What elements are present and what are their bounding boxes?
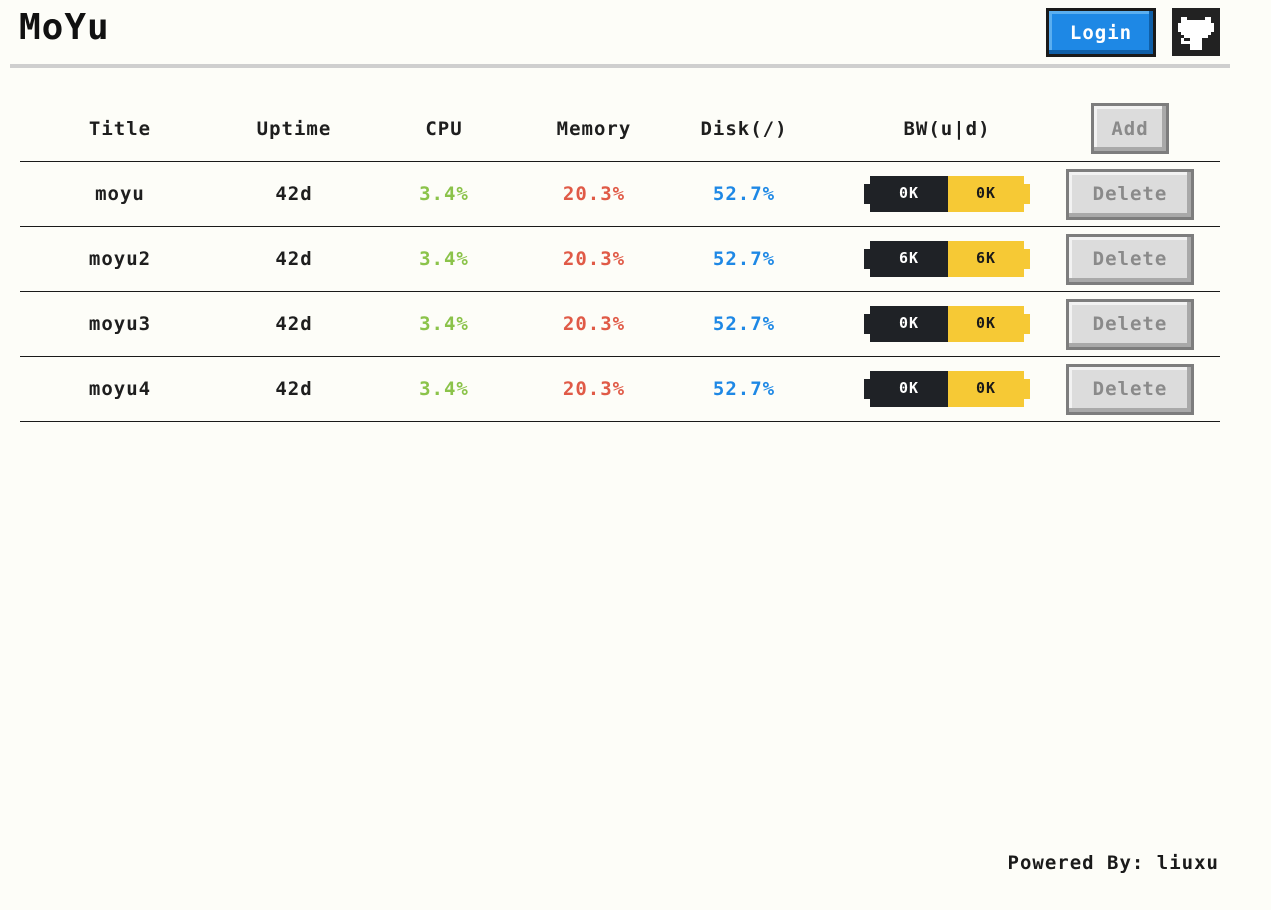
row-cpu: 3.4% <box>419 378 469 400</box>
row-disk: 52.7% <box>712 378 776 400</box>
github-icon[interactable] <box>1172 8 1220 56</box>
delete-button[interactable]: Delete <box>1066 168 1194 220</box>
battery-cap-right <box>1024 379 1030 399</box>
row-actions: Delete <box>1060 357 1200 421</box>
row-title: moyu2 <box>88 248 152 270</box>
header-cpu: CPU <box>425 117 463 140</box>
row-bw: 0K 0K <box>862 162 1032 226</box>
bw-download: 6K <box>948 241 1024 277</box>
row-actions: Delete <box>1060 162 1200 226</box>
row-title: moyu3 <box>88 313 152 335</box>
bw-upload: 0K <box>870 306 948 342</box>
battery-cap-right <box>1024 314 1030 334</box>
row-uptime: 42d <box>275 378 313 400</box>
header-title: Title <box>88 117 152 140</box>
battery-cap-right <box>1024 184 1030 204</box>
table-row: moyu3 42d 3.4% 20.3% 52.7% 0K 0K Delete <box>20 292 1220 357</box>
footer-credit: Powered By: liuxu <box>1007 852 1219 874</box>
header: MoYu Login <box>10 0 1230 68</box>
delete-button[interactable]: Delete <box>1066 298 1194 350</box>
header-actions: Add <box>1060 96 1200 161</box>
bw-upload: 0K <box>870 371 948 407</box>
bandwidth-battery: 0K 0K <box>864 176 1030 212</box>
table-row: moyu4 42d 3.4% 20.3% 52.7% 0K 0K Delete <box>20 357 1220 422</box>
row-memory: 20.3% <box>562 248 626 270</box>
row-uptime: 42d <box>275 313 313 335</box>
table-row: moyu2 42d 3.4% 20.3% 52.7% 6K 6K Delete <box>20 227 1220 292</box>
row-memory: 20.3% <box>562 378 626 400</box>
row-bw: 0K 0K <box>862 292 1032 356</box>
delete-button[interactable]: Delete <box>1066 233 1194 285</box>
bandwidth-battery: 0K 0K <box>864 306 1030 342</box>
row-title: moyu <box>95 183 145 205</box>
table-row: moyu 42d 3.4% 20.3% 52.7% 0K 0K Delete <box>20 162 1220 227</box>
header-memory: Memory <box>556 117 632 140</box>
row-cpu: 3.4% <box>419 313 469 335</box>
row-bw: 0K 0K <box>862 357 1032 421</box>
delete-button[interactable]: Delete <box>1066 363 1194 415</box>
bandwidth-battery: 0K 0K <box>864 371 1030 407</box>
app-logo[interactable]: MoYu <box>19 6 110 50</box>
row-memory: 20.3% <box>562 313 626 335</box>
row-disk: 52.7% <box>712 248 776 270</box>
row-disk: 52.7% <box>712 183 776 205</box>
header-disk: Disk(/) <box>700 117 788 140</box>
row-uptime: 42d <box>275 248 313 270</box>
bw-download: 0K <box>948 176 1024 212</box>
server-table: Title Uptime CPU Memory Disk(/) BW(u|d) … <box>20 96 1220 422</box>
bandwidth-battery: 6K 6K <box>864 241 1030 277</box>
row-disk: 52.7% <box>712 313 776 335</box>
row-uptime: 42d <box>275 183 313 205</box>
row-actions: Delete <box>1060 227 1200 291</box>
row-actions: Delete <box>1060 292 1200 356</box>
bw-upload: 6K <box>870 241 948 277</box>
header-bw: BW(u|d) <box>903 117 991 140</box>
row-bw: 6K 6K <box>862 227 1032 291</box>
battery-cap-right <box>1024 249 1030 269</box>
add-button[interactable]: Add <box>1091 103 1169 154</box>
row-title: moyu4 <box>88 378 152 400</box>
row-cpu: 3.4% <box>419 183 469 205</box>
bw-upload: 0K <box>870 176 948 212</box>
table-header: Title Uptime CPU Memory Disk(/) BW(u|d) … <box>20 96 1220 162</box>
login-button[interactable]: Login <box>1046 8 1156 57</box>
bw-download: 0K <box>948 371 1024 407</box>
header-uptime: Uptime <box>256 117 332 140</box>
row-cpu: 3.4% <box>419 248 469 270</box>
row-memory: 20.3% <box>562 183 626 205</box>
bw-download: 0K <box>948 306 1024 342</box>
